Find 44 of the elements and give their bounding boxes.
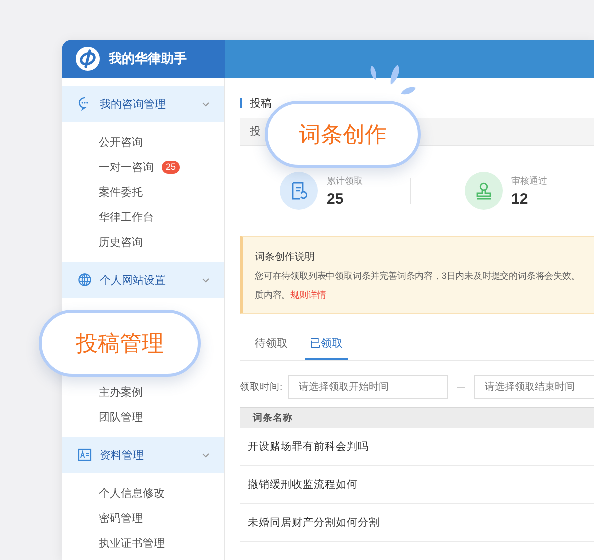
app-title: 我的华律助手 — [109, 50, 187, 68]
menu-item[interactable]: 公开咨询 — [99, 135, 143, 150]
menu-item[interactable]: 个人信息修改 — [99, 486, 165, 501]
notice-text: 您可在待领取列表中领取词条并完善词条内容，3日内未及时提交的词条将会失效。 — [255, 270, 582, 283]
chevron-down-icon — [202, 452, 210, 458]
filter-label: 领取时间: — [240, 380, 284, 394]
document-icon — [280, 172, 318, 210]
stamp-icon — [464, 172, 502, 210]
tab[interactable]: 已领取 — [305, 332, 348, 360]
globe-icon — [78, 273, 92, 287]
menu-item[interactable]: 执业证书管理 — [99, 536, 165, 551]
menu-item[interactable]: 密码管理 — [99, 511, 143, 526]
menu-item[interactable]: 主办案例 — [99, 385, 143, 400]
tab[interactable]: 投 — [250, 124, 261, 139]
tab[interactable]: 待领取 — [250, 332, 293, 360]
menu-group-header[interactable]: 资料管理 — [62, 437, 224, 473]
menu-group-label: 个人网站设置 — [100, 274, 167, 288]
menu-item[interactable]: 历史咨询 — [99, 235, 143, 250]
stat-value: 25 — [327, 190, 345, 208]
table-cell: 未婚同居财产分割如何分割 — [248, 516, 380, 530]
menu-item[interactable]: 华律工作台 — [99, 210, 154, 225]
chevron-down-icon — [202, 278, 210, 282]
menu-item[interactable]: 案件委托 — [99, 185, 143, 200]
end-time-field[interactable]: 请选择领取结束时间 — [474, 375, 594, 399]
chevron-down-icon — [202, 102, 210, 106]
stat-label: 累计领取 — [327, 174, 363, 188]
table-cell: 撤销缓刑收监流程如何 — [248, 478, 358, 492]
start-time-field[interactable]: 请选择领取开始时间 — [288, 375, 448, 399]
menu-item[interactable]: 团队管理 — [99, 410, 143, 425]
stat-label: 审核通过 — [512, 174, 548, 188]
menu-group-label: 我的咨询管理 — [100, 98, 167, 112]
column-header: 词条名称 — [253, 412, 293, 424]
menu-group-label: 资料管理 — [100, 448, 145, 462]
menu-group-header[interactable]: 个人网站设置 — [62, 262, 224, 298]
id-card-icon — [78, 448, 92, 462]
count-badge: 25 — [162, 161, 180, 174]
notice-text: 质内容。 — [255, 289, 291, 302]
logo-icon — [76, 47, 100, 71]
menu-item[interactable]: 一对一咨询 — [99, 160, 154, 175]
stat-value: 12 — [512, 190, 530, 208]
callout-bubble: 投稿管理 — [39, 310, 201, 377]
notice-title: 词条创作说明 — [255, 251, 316, 264]
table-cell: 开设赌场罪有前科会判吗 — [248, 440, 369, 454]
menu-group-header[interactable]: 我的咨询管理 — [62, 86, 224, 122]
